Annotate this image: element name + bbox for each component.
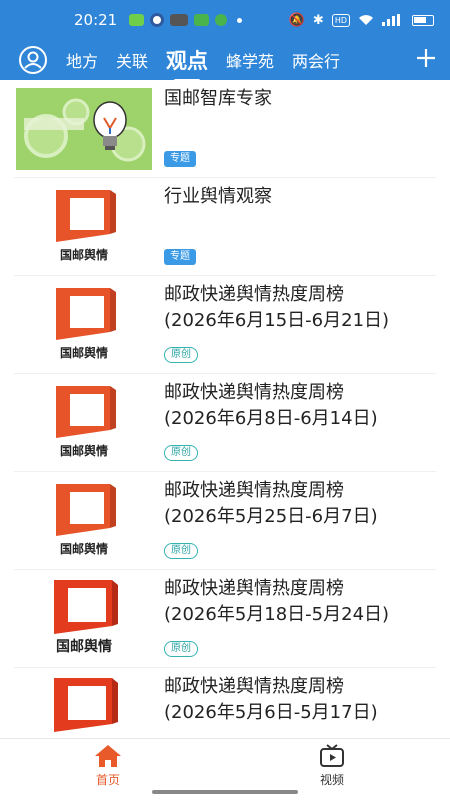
nav-video-label: 视频 [319,773,344,787]
gesture-home-bar[interactable] [152,790,298,794]
feed-item[interactable]: 邮政快递舆情热度周榜 (2026年5月6日-5月17日) [14,668,436,738]
topic-tag: 专题 [164,151,196,167]
logo-text: 国邮舆情 [59,248,108,262]
channel-tabs: 地方 关联 观点 蜂学苑 两会行 [0,40,450,80]
hd-badge-icon: HD [331,13,350,27]
phone-notification-icon [215,14,228,26]
item-title-line: 邮政快递舆情热度周榜 [164,382,344,403]
feed-item[interactable]: 国邮舆情 行业舆情观察 专题 [14,178,436,276]
item-title: 邮政快递舆情热度周榜 (2026年6月15日-6月21日) [164,282,436,334]
wifi-icon [359,15,373,25]
item-title-line: 邮政快递舆情热度周榜 [164,578,344,599]
tab-fengxueyuan[interactable]: 蜂学苑 [226,48,274,72]
guoyou-yuqing-logo: 国邮舆情 [14,380,154,466]
logo-text: 国邮舆情 [59,444,108,458]
user-profile-icon[interactable] [18,45,48,75]
feed-item[interactable]: 国邮舆情 邮政快递舆情热度周榜 (2026年6月15日-6月21日) 原创 [14,276,436,374]
nav-video-button[interactable]: 视频 [292,743,372,788]
item-title: 行业舆情观察 [164,186,272,207]
add-channel-icon[interactable] [414,46,438,70]
guoyou-logo-icon [56,190,116,242]
logo-text: 国邮舆情 [59,346,108,360]
item-date-range: (2026年6月8日-6月14日) [164,408,378,429]
guoyou-logo-icon [56,484,116,536]
guoyou-yuqing-logo [14,674,154,738]
shield-notification-icon [194,14,210,26]
item-title-line: 邮政快递舆情热度周榜 [164,676,344,697]
tab-guandian[interactable]: 观点 [166,45,208,75]
nav-home-label: 首页 [95,773,120,787]
tab-difang[interactable]: 地方 [66,48,98,72]
guoyou-logo-icon [54,580,118,634]
guoyou-yuqing-logo: 国邮舆情 [14,184,154,270]
original-tag: 原创 [164,445,198,461]
original-tag: 原创 [164,641,198,657]
feed-item[interactable]: 国邮舆情 邮政快递舆情热度周榜 (2026年6月8日-6月14日) 原创 [14,374,436,472]
item-date-range: (2026年5月25日-6月7日) [164,506,378,527]
logo-text: 国邮舆情 [56,639,112,655]
feed-item[interactable]: 国邮智库专家 专题 [14,80,436,178]
guoyou-yuqing-logo: 国邮舆情 [14,478,154,564]
feed-item[interactable]: 国邮舆情 邮政快递舆情热度周榜 (2026年5月25日-6月7日) 原创 [14,472,436,570]
tab-lianghui[interactable]: 两会行 [292,48,340,72]
guoyou-logo-icon [54,678,118,732]
video-tv-icon [320,744,344,767]
signal-icon [382,14,400,26]
nav-home-button[interactable]: 首页 [68,743,148,788]
item-title-line: 邮政快递舆情热度周榜 [164,480,344,501]
feed-item[interactable]: 国邮舆情 邮政快递舆情热度周榜 (2026年5月18日-5月24日) 原创 [14,570,436,668]
item-date-range: (2026年6月15日-6月21日) [164,310,390,331]
lightbulb-gears-thumbnail [16,88,152,170]
guoyou-logo-icon [56,386,116,438]
item-title: 邮政快递舆情热度周榜 (2026年5月6日-5月17日) [164,674,436,726]
item-date-range: (2026年5月6日-5月17日) [164,702,378,723]
item-title: 国邮智库专家 [164,88,272,109]
app-notification-icon [150,13,165,27]
item-date-range: (2026年5月18日-5月24日) [164,604,390,625]
app-badge-icon [170,14,189,26]
logo-text: 国邮舆情 [59,542,108,556]
mute-icon: 🔕 [288,12,305,28]
guoyou-logo-icon [56,288,116,340]
item-title: 邮政快递舆情热度周榜 (2026年5月25日-6月7日) [164,478,436,530]
home-icon [95,745,121,767]
system-icons: 🔕 ✱ HD [289,13,434,28]
top-header: 20:21 🔕 ✱ HD 地方 关联 观点 蜂学苑 两会行 [0,0,450,80]
more-notifications-dot-icon [237,17,243,23]
guoyou-yuqing-logo: 国邮舆情 [14,576,154,662]
status-bar: 20:21 🔕 ✱ HD [0,0,450,40]
original-tag: 原创 [164,347,198,363]
item-title: 邮政快递舆情热度周榜 (2026年6月8日-6月14日) [164,380,436,432]
status-time: 20:21 [74,11,118,29]
original-tag: 原创 [164,543,198,559]
guoyou-yuqing-logo: 国邮舆情 [14,282,154,368]
item-title: 邮政快递舆情热度周榜 (2026年5月18日-5月24日) [164,576,436,628]
item-title-line: 邮政快递舆情热度周榜 [164,284,344,305]
article-feed[interactable]: 国邮智库专家 专题 国邮舆情 行业舆情观察 专题 国邮舆情 邮政快递舆情热度周榜 [0,80,450,738]
topic-tag: 专题 [164,249,196,265]
tab-fade-overlay [386,40,416,80]
tab-guanlian[interactable]: 关联 [116,48,148,72]
message-notification-icon [129,14,145,26]
bluetooth-icon: ✱ [312,12,324,28]
battery-icon [412,14,434,26]
notification-icons [129,13,243,27]
